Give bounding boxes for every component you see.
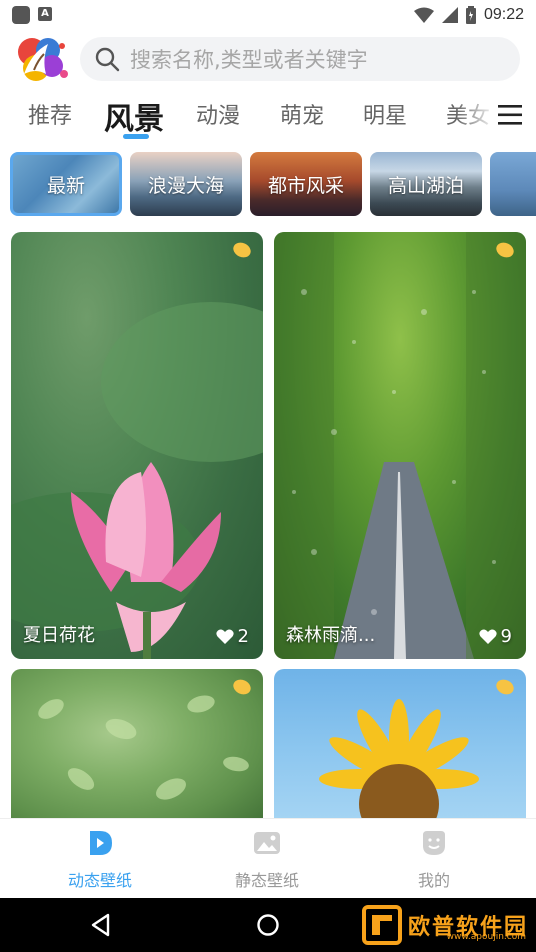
- search-bar[interactable]: 搜索名称,类型或者关键字: [80, 37, 520, 81]
- wallpaper-card[interactable]: [274, 669, 526, 829]
- chip-latest[interactable]: 最新: [10, 152, 122, 216]
- forest-image: [274, 232, 526, 659]
- nav-label: 我的: [417, 871, 450, 890]
- wifi-icon: [413, 7, 434, 23]
- watermark-logo: [361, 905, 402, 945]
- wallpaper-title: 森林雨滴...: [286, 625, 376, 646]
- bottom-navigation: 动态壁纸 静态壁纸 我的: [0, 818, 536, 899]
- battery-icon: [465, 6, 476, 24]
- app-notification-icon: [12, 6, 30, 24]
- subcategory-strip: 最新 浪漫大海 都市风采 高山湖泊 广: [10, 152, 536, 218]
- nav-mine[interactable]: 我的: [374, 829, 494, 891]
- profile-icon: [423, 831, 445, 855]
- chip-label: 高山湖泊: [387, 174, 464, 197]
- active-tab-indicator: [123, 134, 149, 139]
- tab-pets[interactable]: 萌宠: [280, 98, 324, 130]
- nav-static-wallpaper[interactable]: 静态壁纸: [207, 829, 327, 891]
- clock: 09:22: [483, 6, 524, 23]
- category-tabs: 推荐 风景 动漫 萌宠 明星 美女: [0, 90, 536, 140]
- chip-city[interactable]: 都市风采: [250, 152, 362, 216]
- heart-icon: [478, 629, 497, 644]
- tab-anime[interactable]: 动漫: [196, 98, 240, 130]
- text-input-icon: A: [38, 7, 52, 21]
- live-wallpaper-icon: [90, 831, 112, 855]
- like-count[interactable]: 9: [478, 626, 512, 647]
- bean-icon: [496, 679, 514, 695]
- signal-icon: [441, 7, 458, 23]
- nav-label: 动态壁纸: [67, 871, 132, 890]
- app-logo[interactable]: [12, 34, 68, 84]
- watermark-url: www.apoujin.com: [446, 932, 526, 942]
- sunflower-image: [319, 699, 479, 829]
- like-number: 2: [237, 626, 249, 647]
- home-icon[interactable]: [256, 913, 280, 937]
- search-icon: [95, 47, 120, 72]
- chip-mountain-lake[interactable]: 高山湖泊: [370, 152, 482, 216]
- chip-label: 最新: [46, 174, 85, 197]
- bean-icon: [233, 242, 251, 258]
- status-bar: A 09:22: [0, 0, 536, 30]
- wallpaper-title: 夏日荷花: [23, 625, 95, 646]
- leaves-image: [38, 695, 249, 800]
- system-navigation-bar: 欧普软件园 www.apoujin.com: [0, 898, 536, 952]
- nav-label: 静态壁纸: [234, 871, 299, 890]
- back-icon[interactable]: [90, 913, 112, 937]
- menu-icon[interactable]: [498, 104, 522, 126]
- status-icons: 09:22: [413, 3, 524, 27]
- bean-icon: [496, 242, 514, 258]
- tab-recommend[interactable]: 推荐: [28, 98, 72, 130]
- tab-fade: [456, 90, 496, 140]
- tab-stars[interactable]: 明星: [363, 98, 407, 130]
- image-icon: [254, 832, 280, 854]
- search-input[interactable]: 搜索名称,类型或者关键字: [130, 44, 368, 74]
- chip-label: 都市风采: [267, 174, 344, 197]
- like-number: 9: [500, 626, 512, 647]
- like-count[interactable]: 2: [215, 626, 249, 647]
- tab-scenery[interactable]: 风景: [104, 94, 164, 138]
- bean-icon: [233, 679, 251, 695]
- chip-romantic-sea[interactable]: 浪漫大海: [130, 152, 242, 216]
- heart-icon: [215, 629, 234, 644]
- nav-live-wallpaper[interactable]: 动态壁纸: [40, 829, 160, 891]
- wallpaper-card[interactable]: 森林雨滴... 9: [274, 232, 526, 659]
- chip-more[interactable]: 广: [490, 152, 536, 216]
- wallpaper-card[interactable]: [11, 669, 263, 829]
- wallpaper-card[interactable]: 夏日荷花 2: [11, 232, 263, 659]
- chip-label: 浪漫大海: [147, 174, 224, 197]
- lotus-image: [11, 302, 263, 659]
